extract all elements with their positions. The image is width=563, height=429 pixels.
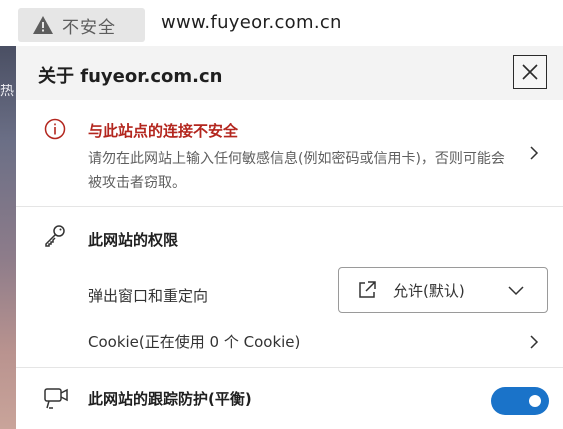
tracking-prevention-toggle[interactable] (491, 387, 549, 415)
open-external-icon (359, 281, 376, 298)
flyout-title: 关于 fuyeor.com.cn (38, 66, 223, 87)
popups-permission-value: 允许(默认) (393, 282, 465, 300)
chevron-right-icon (530, 146, 539, 160)
cookies-row[interactable]: Cookie(正在使用 0 个 Cookie) (16, 319, 563, 363)
background-text: 热 (0, 84, 14, 98)
flyout-header: 关于 fuyeor.com.cn (16, 46, 563, 100)
tracking-prevention-title: 此网站的跟踪防护(平衡) (88, 390, 252, 408)
page-background: 热 (0, 46, 16, 429)
key-icon (45, 225, 65, 247)
site-security-button[interactable]: 不安全 (18, 8, 145, 42)
site-info-flyout: 关于 fuyeor.com.cn 与此站点的连接不安全 请勿在此网站上输入任何敏… (16, 46, 563, 429)
security-status-label: 不安全 (62, 17, 116, 38)
close-icon (522, 64, 538, 80)
url-text[interactable]: www.fuyeor.com.cn (161, 12, 342, 33)
info-icon (44, 118, 66, 140)
browser-window: 不安全 www.fuyeor.com.cn 热 关于 fuyeor.com.cn… (0, 0, 563, 429)
close-button[interactable] (513, 55, 547, 89)
connection-security-row[interactable]: 与此站点的连接不安全 请勿在此网站上输入任何敏感信息(例如密码或信用卡)，否则可… (16, 101, 563, 206)
connection-warning-description: 请勿在此网站上输入任何敏感信息(例如密码或信用卡)，否则可能会被攻击者窃取。 (88, 151, 505, 191)
permissions-section: 此网站的权限 弹出窗口和重定向 允许(默认) Cookie(正在使用 0 个 C… (16, 207, 563, 367)
popups-permission-label: 弹出窗口和重定向 (88, 287, 209, 305)
connection-warning-title: 与此站点的连接不安全 (88, 122, 239, 140)
toggle-knob (529, 395, 541, 407)
tracking-prevention-row: 此网站的跟踪防护(平衡) (16, 368, 563, 429)
warning-triangle-icon (33, 16, 53, 34)
chevron-right-icon (530, 335, 539, 349)
permissions-title: 此网站的权限 (88, 231, 179, 249)
cookies-label: Cookie(正在使用 0 个 Cookie) (88, 333, 301, 351)
popups-permission-select[interactable]: 允许(默认) (338, 267, 548, 313)
tracking-prevention-icon (44, 388, 68, 409)
chevron-down-icon (508, 286, 524, 296)
address-bar: 不安全 www.fuyeor.com.cn (0, 0, 563, 46)
